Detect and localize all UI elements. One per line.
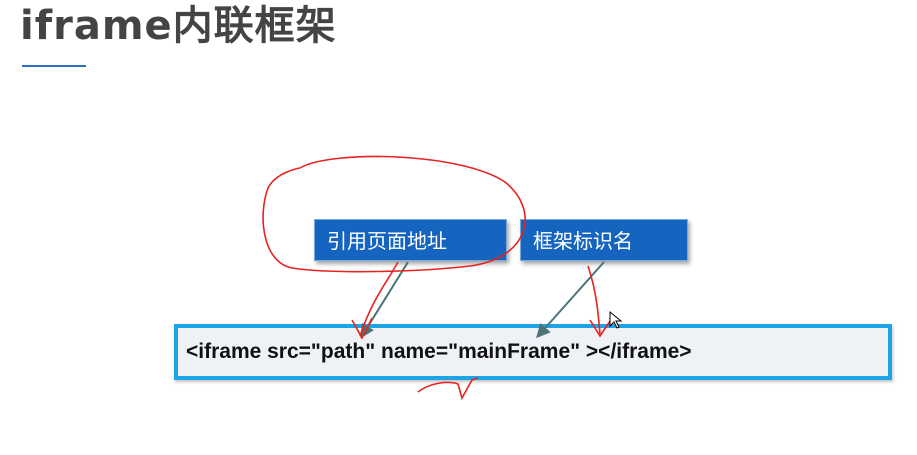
src-callout-label: 引用页面地址 — [314, 219, 507, 261]
page-title: iframe内联框架 — [20, 3, 337, 49]
title-underline — [22, 65, 86, 67]
red-underline-mark — [417, 377, 479, 401]
code-line: <iframe src="path" name="mainFrame" ></i… — [186, 340, 692, 363]
code-box: <iframe src="path" name="mainFrame" ></i… — [174, 324, 892, 380]
name-callout-label: 框架标识名 — [520, 219, 688, 261]
